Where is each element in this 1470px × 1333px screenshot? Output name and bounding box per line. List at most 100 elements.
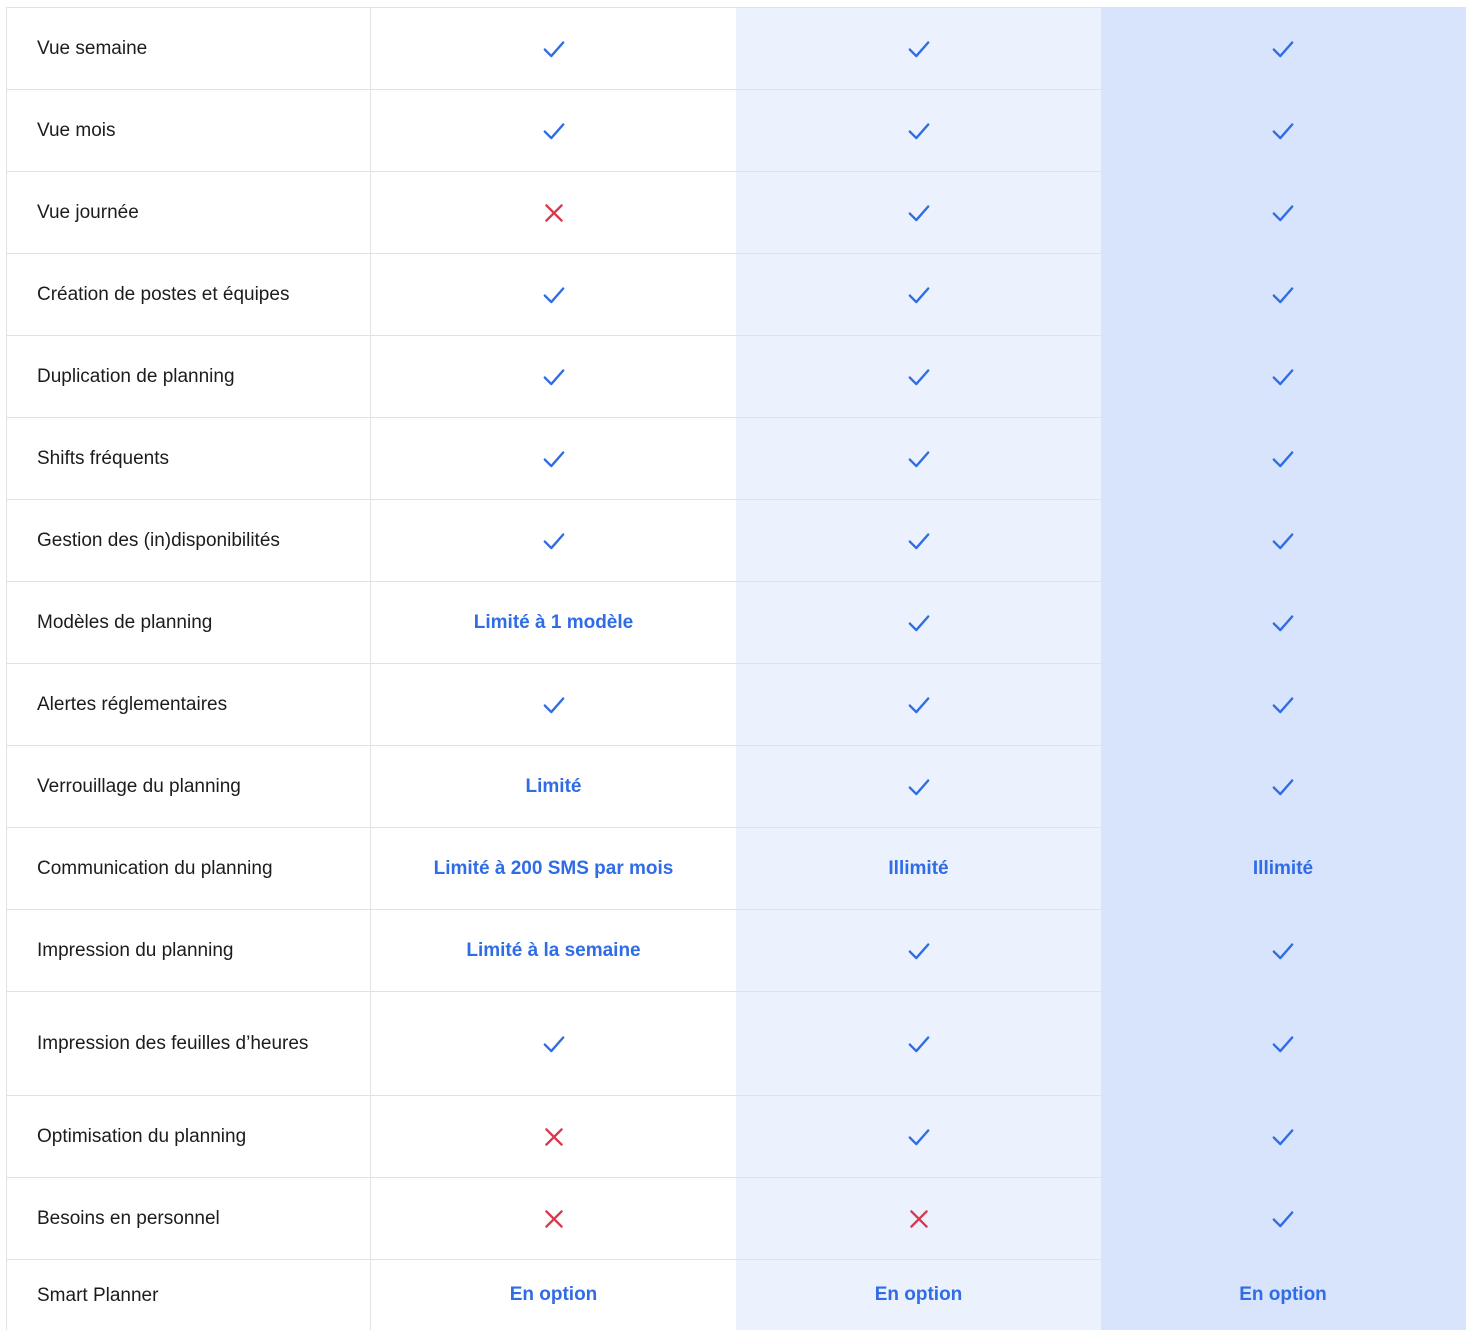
checkmark-icon	[1272, 122, 1294, 139]
plan-3-cell	[1101, 582, 1466, 663]
feature-name: Gestion des (in)disponibilités	[7, 500, 371, 581]
plan-3-cell: Illimité	[1101, 828, 1466, 909]
plan-3-cell	[1101, 992, 1466, 1095]
checkmark-icon	[908, 614, 929, 631]
table-row: Vue journée	[7, 172, 1466, 254]
plan-3-cell: En option	[1101, 1260, 1466, 1330]
checkmark-icon	[908, 286, 929, 303]
plan-3-cell	[1101, 664, 1466, 745]
plan-3-cell	[1101, 8, 1466, 89]
feature-name: Duplication de planning	[7, 336, 371, 417]
plan-1-cell	[371, 992, 736, 1095]
plan-1-cell	[371, 500, 736, 581]
feature-name: Besoins en personnel	[7, 1178, 371, 1259]
checkmark-icon	[543, 450, 564, 467]
plan-value-label: En option	[874, 1284, 963, 1305]
plan-1-cell	[371, 418, 736, 499]
plan-value-label: En option	[1239, 1284, 1327, 1305]
plan-1-cell: Limité à 1 modèle	[371, 582, 736, 663]
plan-1-cell	[371, 336, 736, 417]
plan-3-cell	[1101, 336, 1466, 417]
plan-3-cell	[1101, 172, 1466, 253]
checkmark-icon	[1272, 40, 1294, 57]
checkmark-icon	[543, 122, 564, 139]
checkmark-icon	[543, 696, 564, 713]
plan-2-cell	[736, 8, 1101, 89]
checkmark-icon	[908, 778, 929, 795]
feature-comparison-table: Vue semaine Vue mois Vue journée Création d…	[6, 7, 1466, 1330]
checkmark-icon	[908, 450, 929, 467]
checkmark-icon	[908, 122, 929, 139]
plan-3-cell	[1101, 910, 1466, 991]
table-row: Impression des feuilles d’heures	[7, 992, 1466, 1096]
plan-3-cell	[1101, 1178, 1466, 1259]
plan-1-cell	[371, 254, 736, 335]
checkmark-icon	[1272, 778, 1294, 795]
cross-icon	[544, 203, 563, 222]
checkmark-icon	[1272, 368, 1294, 385]
checkmark-icon	[908, 696, 929, 713]
checkmark-icon	[1272, 614, 1294, 631]
checkmark-icon	[1272, 286, 1294, 303]
plan-1-cell	[371, 172, 736, 253]
feature-name: Alertes réglementaires	[7, 664, 371, 745]
plan-2-cell	[736, 336, 1101, 417]
feature-name: Optimisation du planning	[7, 1096, 371, 1177]
cross-icon	[544, 1127, 563, 1146]
plan-2-cell: Illimité	[736, 828, 1101, 909]
plan-value-label: Illimité	[888, 857, 949, 879]
checkmark-icon	[908, 942, 929, 959]
plan-2-cell	[736, 746, 1101, 827]
plan-2-cell	[736, 664, 1101, 745]
table-row: Vue semaine	[7, 8, 1466, 90]
plan-2-cell	[736, 582, 1101, 663]
plan-3-cell	[1101, 500, 1466, 581]
checkmark-icon	[543, 40, 564, 57]
feature-name: Shifts fréquents	[7, 418, 371, 499]
table-row: Création de postes et équipes	[7, 254, 1466, 336]
checkmark-icon	[908, 532, 929, 549]
feature-name: Communication du planning	[7, 828, 371, 909]
plan-1-cell	[371, 90, 736, 171]
plan-2-cell	[736, 418, 1101, 499]
checkmark-icon	[543, 532, 564, 549]
table-row: Gestion des (in)disponibilités	[7, 500, 1466, 582]
checkmark-icon	[908, 1128, 929, 1145]
plan-3-cell	[1101, 746, 1466, 827]
plan-2-cell	[736, 90, 1101, 171]
plan-value-label: Illimité	[1252, 857, 1314, 879]
plan-1-cell: En option	[371, 1260, 736, 1330]
plan-2-cell	[736, 1178, 1101, 1259]
checkmark-icon	[908, 204, 929, 221]
plan-1-cell: Limité à la semaine	[371, 910, 736, 991]
plan-1-cell	[371, 1178, 736, 1259]
checkmark-icon	[1272, 204, 1294, 221]
table-row: Smart Planner En option En option En option	[7, 1260, 1466, 1330]
checkmark-icon	[543, 368, 564, 385]
checkmark-icon	[908, 40, 929, 57]
plan-2-cell	[736, 910, 1101, 991]
table-row: Shifts fréquents	[7, 418, 1466, 500]
checkmark-icon	[1272, 942, 1294, 959]
table-row: Modèles de planning Limité à 1 modèle	[7, 582, 1466, 664]
plan-3-cell	[1101, 1096, 1466, 1177]
checkmark-icon	[1272, 450, 1294, 467]
plan-2-cell	[736, 1096, 1101, 1177]
table-row: Vue mois	[7, 90, 1466, 172]
plan-1-cell	[371, 664, 736, 745]
checkmark-icon	[1272, 696, 1294, 713]
feature-name: Smart Planner	[7, 1260, 371, 1330]
table-row: Besoins en personnel	[7, 1178, 1466, 1260]
feature-name: Impression des feuilles d’heures	[7, 992, 371, 1095]
checkmark-icon	[908, 1035, 929, 1052]
plan-3-cell	[1101, 418, 1466, 499]
plan-1-cell	[371, 8, 736, 89]
table-row: Alertes réglementaires	[7, 664, 1466, 746]
plan-value-label: Limité à 1 modèle	[473, 611, 634, 633]
plan-3-cell	[1101, 254, 1466, 335]
feature-name: Impression du planning	[7, 910, 371, 991]
plan-1-cell	[371, 1096, 736, 1177]
plan-value-label: Limité à la semaine	[466, 939, 641, 961]
checkmark-icon	[1272, 532, 1294, 549]
plan-1-cell: Limité	[371, 746, 736, 827]
